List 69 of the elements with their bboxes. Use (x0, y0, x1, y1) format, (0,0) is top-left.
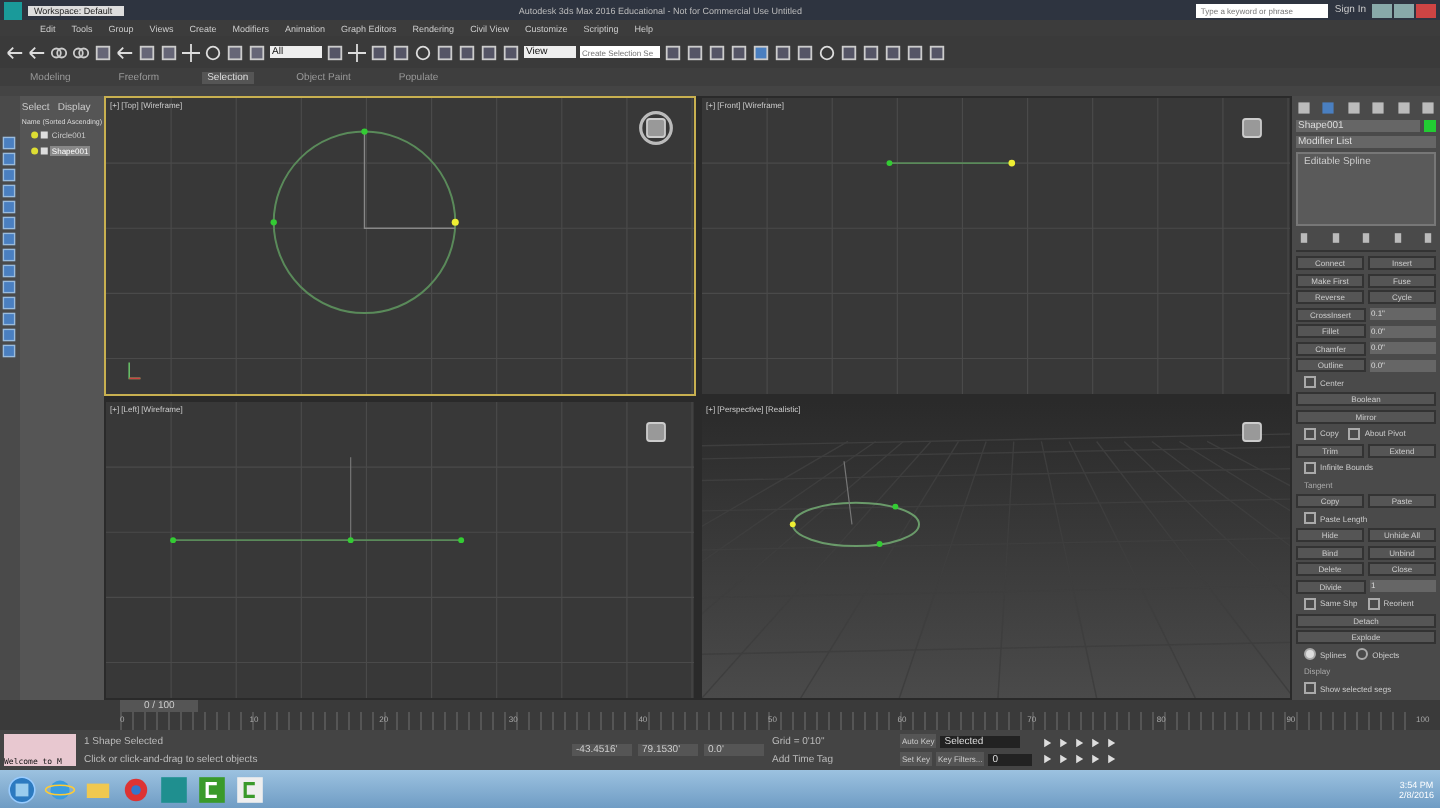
square-icon[interactable] (370, 43, 388, 61)
radio-button[interactable] (1304, 648, 1316, 661)
rotate-icon[interactable] (818, 43, 836, 61)
square-icon[interactable] (2, 296, 17, 310)
square-icon[interactable] (840, 43, 858, 61)
app-icon[interactable] (234, 773, 266, 805)
checkbox[interactable] (1348, 427, 1361, 440)
square-icon[interactable] (2, 312, 17, 326)
axis-icon (126, 362, 142, 382)
square-icon[interactable] (248, 43, 266, 61)
square-icon[interactable] (480, 43, 498, 61)
arrow-icon[interactable] (116, 43, 134, 61)
arc-shape-drawing (789, 460, 921, 548)
square-icon[interactable] (686, 43, 704, 61)
checkbox[interactable] (1304, 682, 1316, 695)
app-logo-icon[interactable] (4, 1, 22, 19)
checkbox[interactable] (1304, 512, 1316, 525)
square-icon[interactable] (326, 43, 344, 61)
square-icon[interactable] (436, 43, 454, 61)
square-icon[interactable] (458, 43, 476, 61)
start-button[interactable] (6, 773, 38, 805)
square-icon[interactable] (94, 43, 112, 61)
square-icon[interactable] (392, 43, 410, 61)
checkbox[interactable] (1304, 427, 1316, 440)
square-icon[interactable] (2, 200, 17, 214)
square-icon[interactable] (664, 43, 682, 61)
rotate-icon[interactable] (204, 43, 222, 61)
square-icon[interactable] (2, 216, 17, 230)
square-icon[interactable] (730, 43, 748, 61)
view-cube-icon[interactable] (638, 110, 674, 146)
square-icon[interactable] (708, 43, 726, 61)
square-icon[interactable] (226, 43, 244, 61)
checkbox[interactable] (1304, 461, 1316, 474)
object-color-swatch[interactable] (1424, 120, 1436, 132)
square-icon[interactable] (2, 152, 17, 166)
move-icon[interactable] (348, 43, 366, 61)
maximize-button[interactable] (1394, 3, 1414, 17)
app-icon[interactable] (196, 773, 228, 805)
square-icon[interactable] (2, 184, 17, 198)
rotate-icon[interactable] (414, 43, 432, 61)
radio-button[interactable] (1356, 648, 1369, 661)
browser-icon[interactable] (120, 773, 152, 805)
square-icon[interactable] (796, 43, 814, 61)
square-icon[interactable] (752, 43, 770, 61)
square-icon[interactable] (774, 43, 792, 61)
line-shape-drawing (886, 159, 1016, 167)
checkbox[interactable] (1304, 597, 1316, 610)
square-icon[interactable] (2, 280, 17, 294)
square-icon[interactable] (2, 344, 17, 358)
arrow-icon[interactable] (6, 43, 24, 61)
move-icon[interactable] (182, 43, 200, 61)
square-icon[interactable] (2, 328, 17, 342)
minimize-button[interactable] (1372, 3, 1392, 17)
square-icon[interactable] (502, 43, 520, 61)
square-icon[interactable] (138, 43, 156, 61)
arrow-icon[interactable] (28, 43, 46, 61)
checkbox[interactable] (1367, 597, 1380, 610)
checkbox[interactable] (1304, 376, 1316, 389)
close-button[interactable] (1416, 3, 1436, 17)
square-icon[interactable] (884, 43, 902, 61)
square-icon[interactable] (862, 43, 880, 61)
square-icon[interactable] (928, 43, 946, 61)
square-icon[interactable] (2, 136, 17, 150)
square-icon[interactable] (160, 43, 178, 61)
square-icon[interactable] (2, 232, 17, 246)
square-icon[interactable] (2, 248, 17, 262)
square-icon[interactable] (2, 264, 17, 278)
square-icon[interactable] (906, 43, 924, 61)
square-icon[interactable] (2, 168, 17, 182)
